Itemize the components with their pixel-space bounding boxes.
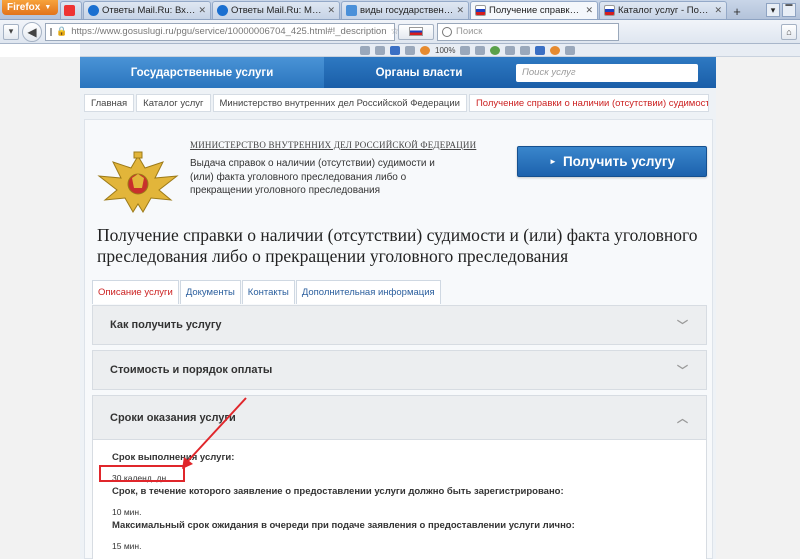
bookmark-menu-button[interactable]: ▾	[3, 23, 19, 40]
chevron-down-icon: ﹀	[677, 320, 688, 332]
page-icon[interactable]	[460, 45, 471, 55]
breadcrumb-ministry[interactable]: Министерство внутренних дел Российской Ф…	[212, 94, 467, 112]
firefox-menu-label: Firefox	[7, 2, 41, 13]
mail-ru-icon	[88, 5, 99, 16]
home-button[interactable]: ⌂	[781, 23, 797, 40]
tab-label: Получение справки о нали...	[489, 5, 583, 16]
breadcrumb-catalog[interactable]: Каталог услуг	[136, 94, 211, 112]
browser-tab-2[interactable]: Ответы Mail.Ru: Можно ли ... ✕	[212, 1, 340, 19]
close-icon[interactable]: ✕	[198, 5, 206, 16]
close-icon[interactable]: ✕	[327, 5, 335, 16]
shield-blue-icon[interactable]	[535, 45, 546, 55]
star-icon[interactable]	[360, 45, 370, 55]
accordion-label: Как получить услугу	[110, 319, 222, 331]
accordion-cost[interactable]: Стоимость и порядок оплаты ﹀	[92, 350, 707, 390]
accordion-label: Сроки оказания услуги	[110, 411, 236, 424]
new-tab-button[interactable]: +	[728, 3, 746, 19]
tab-label: Ответы Mail.Ru: Входит ли ...	[102, 5, 195, 16]
chevron-down-icon: ▼	[44, 4, 52, 11]
breadcrumb-current: Получение справки о наличии (отсутствии)…	[468, 94, 709, 112]
flag-site-button[interactable]	[398, 23, 434, 40]
play-triangle-icon: ►	[549, 157, 557, 166]
back-button[interactable]: ◀	[22, 21, 42, 42]
browser-tab-5[interactable]: Каталог услуг - Портал гос... ✕	[599, 1, 727, 19]
mail-icon[interactable]	[505, 45, 516, 55]
service-search-input[interactable]: Поиск услуг	[516, 63, 698, 82]
camera-icon[interactable]	[520, 45, 531, 55]
page-container: Государственные услуги Органы власти Пои…	[80, 57, 716, 559]
russian-flag-icon	[409, 27, 423, 36]
gear-icon[interactable]	[390, 45, 400, 55]
shield-icon[interactable]	[490, 45, 501, 55]
arrow-icon[interactable]	[375, 45, 385, 55]
tab-label: Ответы Mail.Ru: Можно ли ...	[231, 5, 324, 16]
browser-search-input[interactable]: Поиск	[437, 22, 619, 41]
back-arrow-icon: ◀	[27, 24, 37, 39]
tab-contacts[interactable]: Контакты	[241, 280, 295, 304]
chevron-up-icon: ︿	[677, 412, 688, 425]
list-icon[interactable]	[405, 45, 415, 55]
russian-flag-icon	[475, 5, 486, 16]
tab-documents[interactable]: Документы	[179, 280, 241, 304]
url-text: https://www.gosuslugi.ru/pgu/service/100…	[71, 26, 387, 37]
chevron-down-icon: ﹀	[677, 365, 688, 377]
tab-additional-info[interactable]: Дополнительная информация	[295, 280, 441, 304]
content-tabs: Описание услуги Документы Контакты Допол…	[92, 280, 442, 304]
search-engine-icon	[442, 26, 452, 37]
browser-tab-4[interactable]: Получение справки о нали... ✕	[470, 1, 598, 19]
browser-tab-3[interactable]: виды государственных усл... ✕	[341, 1, 469, 19]
addon-toolbar: 100%	[80, 44, 800, 57]
queue-term-value: 15 мин.	[112, 541, 142, 551]
service-card: МИНИСТЕРСТВО ВНУТРЕННИХ ДЕЛ РОССИЙСКОЙ Ф…	[84, 119, 713, 559]
page-title: Получение справки о наличии (отсутствии)…	[97, 225, 698, 266]
terms-panel: Срок выполнения услуги: 30 календ. дн. С…	[92, 440, 707, 559]
browser-tab-1[interactable]: Ответы Mail.Ru: Входит ли ... ✕	[83, 1, 211, 19]
highlight-box	[99, 465, 185, 482]
get-service-button[interactable]: ► Получить услугу	[517, 146, 707, 177]
browser-tab-bar: Firefox ▼ Ответы Mail.Ru: Входит ли ... …	[0, 0, 800, 20]
firefox-menu-button[interactable]: Firefox ▼	[2, 0, 58, 15]
tab-description[interactable]: Описание услуги	[92, 280, 179, 304]
pinned-tab[interactable]	[60, 1, 82, 19]
window-controls: ▾ ▔	[766, 1, 800, 19]
ministry-link[interactable]: МИНИСТЕРСТВО ВНУТРЕННИХ ДЕЛ РОССИЙСКОЙ Ф…	[190, 140, 476, 150]
grid-icon[interactable]	[475, 45, 486, 55]
mail-ru-icon	[217, 5, 228, 16]
breadcrumb: Главная Каталог услуг Министерство внутр…	[84, 94, 709, 112]
registration-term-value: 10 мин.	[112, 507, 142, 517]
browser-nav-bar: ▾ ◀ 🔒 https://www.gosuslugi.ru/pgu/servi…	[0, 20, 800, 44]
russian-flag-icon	[604, 5, 615, 16]
service-short-description: Выдача справок о наличии (отсутствии) су…	[190, 158, 435, 196]
close-icon[interactable]: ✕	[585, 5, 593, 16]
execution-term-label: Срок выполнения услуги:	[112, 452, 235, 463]
accordion-terms[interactable]: Сроки оказания услуги ︿	[92, 395, 707, 440]
pinned-tab-icon	[64, 5, 75, 16]
zoom-level[interactable]: 100%	[435, 46, 455, 55]
close-icon[interactable]: ✕	[456, 5, 464, 16]
get-service-label: Получить услугу	[562, 154, 675, 169]
search-placeholder: Поиск	[456, 26, 483, 37]
site-top-nav: Государственные услуги Органы власти Пои…	[80, 57, 716, 88]
menu-icon[interactable]	[565, 45, 576, 55]
queue-term-label: Максимальный срок ожидания в очереди при…	[112, 520, 575, 531]
russian-flag-icon	[50, 27, 52, 36]
breadcrumb-home[interactable]: Главная	[84, 94, 135, 112]
accordion-how-to-get[interactable]: Как получить услугу ﹀	[92, 305, 707, 345]
extension-orange-icon[interactable]	[550, 45, 561, 55]
minimize-icon[interactable]: ▔	[782, 3, 796, 17]
mvd-emblem-icon	[97, 151, 179, 213]
lock-icon: 🔒	[56, 26, 68, 36]
circle-addon-icon[interactable]	[420, 45, 430, 55]
close-icon[interactable]: ✕	[714, 5, 722, 16]
search-result-icon	[346, 5, 357, 16]
accordion-label: Стоимость и порядок оплаты	[110, 364, 273, 376]
nav-gov-services[interactable]: Государственные услуги	[80, 57, 324, 88]
registration-term-label: Срок, в течение которого заявление о пре…	[112, 486, 564, 497]
nav-authorities[interactable]: Органы власти	[324, 57, 514, 88]
tab-label: виды государственных усл...	[360, 5, 454, 16]
url-bar[interactable]: 🔒 https://www.gosuslugi.ru/pgu/service/1…	[45, 22, 399, 41]
tab-label: Каталог услуг - Портал гос...	[618, 5, 711, 16]
web-page: Государственные услуги Органы власти Пои…	[0, 57, 800, 559]
tab-list-icon[interactable]: ▾	[766, 3, 780, 17]
